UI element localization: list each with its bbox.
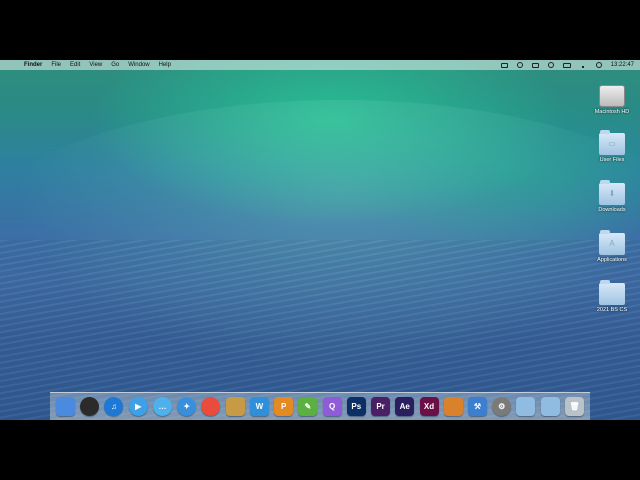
hard-drive-icon [599,85,625,107]
spotlight-icon[interactable] [595,62,602,68]
downloads-folder-icon: ⬇ [599,180,625,205]
dock-system-preferences-icon[interactable]: ⚙ [492,397,512,416]
dock-folder-b-icon[interactable] [540,397,560,416]
dock-chrome-icon[interactable] [201,397,221,416]
desktop-icons: Macintosh HD ▭ User Files ⬇ Downloads A … [588,83,636,333]
dock-photoshop-icon[interactable]: Ps [346,397,366,416]
applications-folder-icon: A [599,230,625,255]
dock-purple-app-icon[interactable]: Q [322,397,342,416]
desktop-item-downloads[interactable]: ⬇ Downloads [588,180,636,233]
display-icon[interactable] [531,62,539,68]
menu-file[interactable]: File [51,62,61,68]
wifi-icon[interactable] [579,62,587,68]
folder-icon: ▭ [599,130,625,155]
camera-icon[interactable] [500,62,508,68]
dock-evernote-icon[interactable]: ✎ [298,397,318,416]
desktop-item-label: Applications [597,257,627,263]
dock-xcode-icon[interactable]: ⚒ [467,397,487,416]
dock-image-capture-icon[interactable] [443,397,463,416]
dock-after-effects-icon[interactable]: Ae [395,397,415,416]
dock-finder-icon[interactable] [56,397,75,416]
dock-safari-icon[interactable]: ✦ [177,397,197,416]
dock-wunderlist-icon[interactable]: W [249,397,269,416]
status-area: 13:22:47 [500,60,634,70]
desktop-item-macintosh-hd[interactable]: Macintosh HD [588,83,636,133]
folder-icon [599,280,625,305]
desktop-item-label: User Files [599,157,625,163]
menu-go[interactable]: Go [111,62,119,68]
dock: ♫ ▶… ✦ W P ✎ Q Ps Pr Ae Xd ⚒ ⚙ 🗑 [50,392,590,420]
desktop-item-2021-bs-cs[interactable]: 2021 BS CS [588,280,636,333]
desktop-item-user-files[interactable]: ▭ User Files [588,130,636,183]
dock-premiere-icon[interactable]: Pr [371,397,391,416]
desktop-item-label: Macintosh HD [594,109,630,115]
dock-facetime-icon[interactable]: ▶ [128,397,148,416]
dock-pencil-icon[interactable]: P [274,397,294,416]
battery-icon[interactable] [562,62,571,68]
clock[interactable]: 13:22:47 [611,62,634,68]
menu-view[interactable]: View [89,62,102,68]
menu-window[interactable]: Window [128,62,149,68]
cloud-icon[interactable] [516,62,523,68]
desktop-item-label: Downloads [598,207,626,213]
dock-messages-icon[interactable]: … [152,397,172,416]
menu-app-name[interactable]: Finder [24,62,42,68]
dock-itunes-icon[interactable]: ♫ [104,397,124,416]
dock-adobe-xd-icon[interactable]: Xd [419,397,439,416]
desktop-item-applications[interactable]: A Applications [588,230,636,283]
dock-folder-a-icon[interactable] [516,397,536,416]
menu-bar: Finder File Edit View Go Window Help 13:… [0,60,640,70]
time-machine-icon[interactable] [547,62,554,68]
menu-help[interactable]: Help [159,62,171,68]
dock-dashboard-icon[interactable] [80,397,100,416]
menu-edit[interactable]: Edit [70,62,80,68]
dock-trash-icon[interactable]: 🗑 [564,397,584,416]
desktop-wallpaper [0,60,640,420]
dock-preview-icon[interactable] [225,397,245,416]
desktop-item-label: 2021 BS CS [596,307,628,313]
